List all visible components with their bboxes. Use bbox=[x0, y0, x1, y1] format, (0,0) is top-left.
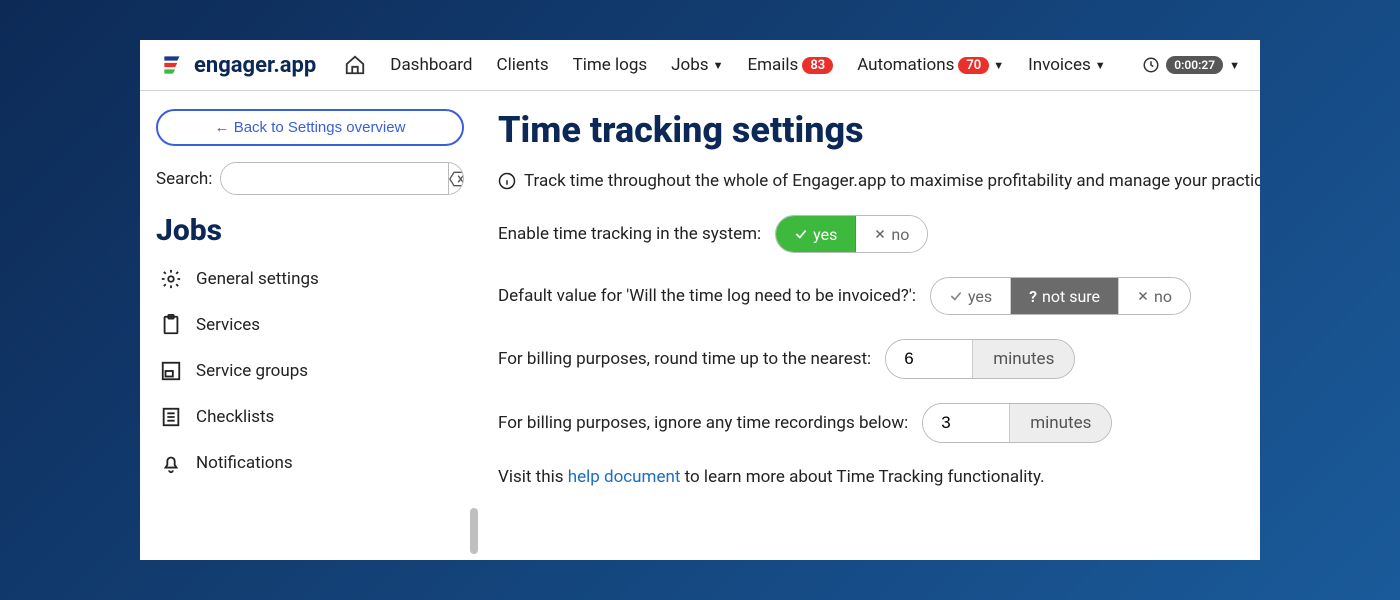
sidebar-item-label: Checklists bbox=[196, 407, 274, 427]
search-input[interactable] bbox=[221, 163, 448, 194]
sidebar-item-service-groups[interactable]: Service groups bbox=[156, 348, 464, 394]
sidebar-item-services[interactable]: Services bbox=[156, 302, 464, 348]
default-invoiced-row: Default value for 'Will the time log nee… bbox=[498, 277, 1260, 315]
nav-clients[interactable]: Clients bbox=[497, 55, 549, 75]
logo-icon bbox=[160, 52, 186, 78]
main-nav: Dashboard Clients Time logs Jobs ▼ Email… bbox=[344, 54, 1105, 76]
round-time-unit: minutes bbox=[972, 340, 1074, 378]
checklist-icon bbox=[160, 406, 182, 428]
round-time-input[interactable] bbox=[886, 340, 972, 378]
chevron-down-icon: ▼ bbox=[1229, 59, 1240, 72]
intro-text: Track time throughout the whole of Engag… bbox=[498, 171, 1260, 191]
bell-icon bbox=[160, 452, 182, 474]
ignore-time-unit: minutes bbox=[1009, 404, 1111, 442]
x-icon bbox=[874, 228, 886, 240]
nav-dashboard[interactable]: Dashboard bbox=[390, 55, 472, 75]
round-time-label: For billing purposes, round time up to t… bbox=[498, 349, 871, 369]
search-input-wrap bbox=[220, 162, 464, 195]
check-icon bbox=[949, 289, 963, 303]
sidebar-list: General settings Services Service groups… bbox=[156, 256, 464, 486]
logo-block[interactable]: engager.app bbox=[160, 52, 316, 78]
nav-jobs[interactable]: Jobs ▼ bbox=[671, 55, 723, 75]
help-document-link[interactable]: help document bbox=[568, 467, 681, 487]
check-icon bbox=[794, 227, 808, 241]
nav-home[interactable] bbox=[344, 54, 366, 76]
sidebar-item-label: Service groups bbox=[196, 361, 308, 381]
sidebar-item-checklists[interactable]: Checklists bbox=[156, 394, 464, 440]
nav-emails[interactable]: Emails 83 bbox=[747, 55, 833, 75]
group-icon bbox=[160, 360, 182, 382]
timer-value: 0:00:27 bbox=[1166, 56, 1223, 74]
backspace-icon bbox=[449, 171, 464, 187]
gear-icon bbox=[160, 268, 182, 290]
question-icon: ? bbox=[1029, 287, 1037, 306]
search-row: Search: bbox=[156, 162, 464, 195]
chevron-down-icon: ▼ bbox=[1095, 59, 1106, 72]
chevron-down-icon: ▼ bbox=[993, 59, 1004, 72]
emails-badge: 83 bbox=[802, 57, 833, 74]
scrollbar-thumb[interactable] bbox=[470, 508, 478, 554]
enable-tracking-label: Enable time tracking in the system: bbox=[498, 224, 761, 244]
page-title: Time tracking settings bbox=[498, 109, 1260, 151]
sidebar-heading: Jobs bbox=[156, 213, 464, 248]
info-icon bbox=[498, 172, 516, 190]
sidebar-item-notifications[interactable]: Notifications bbox=[156, 440, 464, 486]
help-row: Visit this help document to learn more a… bbox=[498, 467, 1260, 487]
sidebar-item-general-settings[interactable]: General settings bbox=[156, 256, 464, 302]
enable-no-button[interactable]: no bbox=[856, 216, 927, 252]
default-invoiced-segmented: yes ? not sure no bbox=[930, 277, 1191, 315]
home-icon bbox=[344, 54, 366, 76]
clear-search-button[interactable] bbox=[448, 163, 464, 194]
nav-timelogs[interactable]: Time logs bbox=[573, 55, 648, 75]
default-invoiced-label: Default value for 'Will the time log nee… bbox=[498, 286, 916, 306]
invoiced-no-button[interactable]: no bbox=[1119, 278, 1190, 314]
nav-invoices[interactable]: Invoices ▼ bbox=[1028, 55, 1106, 75]
enable-tracking-row: Enable time tracking in the system: yes … bbox=[498, 215, 1260, 253]
brand-name: engager.app bbox=[194, 53, 316, 78]
clipboard-icon bbox=[160, 314, 182, 336]
sidebar-item-label: General settings bbox=[196, 269, 319, 289]
ignore-time-label: For billing purposes, ignore any time re… bbox=[498, 413, 908, 433]
topbar: engager.app Dashboard Clients Time logs … bbox=[140, 40, 1260, 91]
invoiced-notsure-button[interactable]: ? not sure bbox=[1011, 278, 1119, 314]
back-to-settings-button[interactable]: ← Back to Settings overview bbox=[156, 109, 464, 146]
settings-sidebar: ← Back to Settings overview Search: Jobs… bbox=[140, 91, 480, 560]
sidebar-item-label: Notifications bbox=[196, 453, 293, 473]
clock-icon bbox=[1142, 56, 1160, 74]
timer-widget[interactable]: 0:00:27 ▼ bbox=[1142, 56, 1240, 74]
round-time-field: minutes bbox=[885, 339, 1075, 379]
search-label: Search: bbox=[156, 169, 212, 189]
main-content: Time tracking settings Track time throug… bbox=[480, 91, 1260, 560]
round-time-row: For billing purposes, round time up to t… bbox=[498, 339, 1260, 379]
ignore-time-field: minutes bbox=[922, 403, 1112, 443]
ignore-time-input[interactable] bbox=[923, 404, 1009, 442]
automations-badge: 70 bbox=[958, 57, 989, 74]
ignore-time-row: For billing purposes, ignore any time re… bbox=[498, 403, 1260, 443]
nav-automations[interactable]: Automations 70 ▼ bbox=[857, 55, 1004, 75]
invoiced-yes-button[interactable]: yes bbox=[931, 278, 1011, 314]
app-window: engager.app Dashboard Clients Time logs … bbox=[140, 40, 1260, 560]
chevron-down-icon: ▼ bbox=[713, 59, 724, 72]
x-icon bbox=[1137, 290, 1149, 302]
sidebar-item-label: Services bbox=[196, 315, 260, 335]
enable-tracking-toggle: yes no bbox=[775, 215, 928, 253]
enable-yes-button[interactable]: yes bbox=[776, 216, 856, 252]
